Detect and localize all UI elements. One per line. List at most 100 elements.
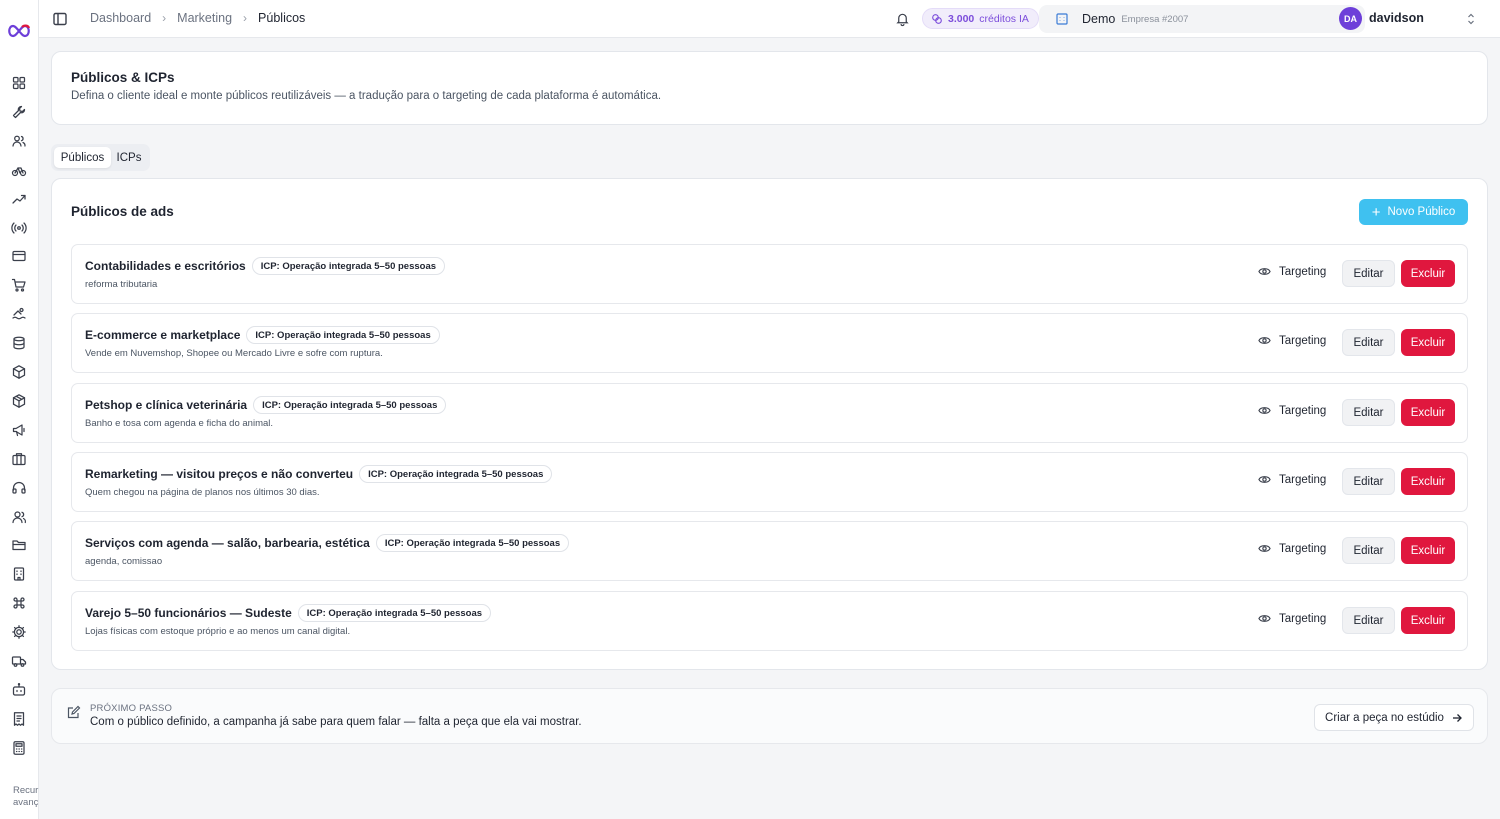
targeting-label: Targeting (1279, 612, 1327, 625)
eye-icon (1258, 268, 1271, 275)
bell-icon[interactable] (895, 11, 910, 27)
company-id: Empresa #2007 (1121, 13, 1189, 25)
company-name: Demo (1082, 12, 1116, 26)
breadcrumb-dashboard[interactable]: Dashboard (90, 11, 151, 25)
icp-badge: ICP: Operação integrada 5–50 pessoas (297, 604, 492, 622)
next-step-label: PRÓXIMO PASSO (90, 703, 173, 714)
grid-icon[interactable] (11, 75, 27, 91)
edit-button[interactable]: Editar (1342, 537, 1395, 564)
headset-icon[interactable] (11, 480, 27, 496)
chevron-right-icon: › (243, 11, 248, 25)
audience-row: Serviços com agenda — salão, barbearia, … (71, 521, 1468, 581)
delete-button[interactable]: Excluir (1401, 468, 1455, 495)
page-subtitle: Defina o cliente ideal e monte públicos … (71, 90, 662, 102)
targeting-button[interactable]: Targeting (1258, 612, 1326, 625)
delete-button[interactable]: Excluir (1401, 399, 1455, 426)
new-audience-button[interactable]: + Novo Público (1359, 199, 1468, 225)
receipt-icon[interactable] (11, 711, 27, 727)
audience-name: Petshop e clínica veterinária (85, 398, 248, 412)
targeting-button[interactable]: Targeting (1258, 404, 1326, 417)
edit-button[interactable]: Editar (1342, 468, 1395, 495)
user-group-icon[interactable] (11, 509, 27, 525)
icp-badge: ICP: Operação integrada 5–50 pessoas (359, 465, 553, 483)
users-icon[interactable] (11, 133, 27, 149)
tabs: Públicos ICPs (51, 144, 150, 171)
brand-logo-icon[interactable] (7, 22, 31, 40)
audience-title-line: Varejo 5–50 funcionários — Sudeste ICP: O… (85, 604, 492, 622)
chevron-updown-icon[interactable] (1466, 12, 1476, 26)
credits-label: créditos IA (979, 12, 1029, 25)
database-icon[interactable] (11, 335, 27, 351)
audience-title-line: Remarketing — visitou preços e não conve… (85, 465, 553, 483)
eye-icon (1258, 545, 1271, 552)
audience-name: Serviços com agenda — salão, barbearia, … (85, 536, 370, 550)
folder-icon[interactable] (11, 537, 27, 553)
new-audience-label: Novo Público (1387, 206, 1456, 218)
edit-button[interactable]: Editar (1342, 260, 1395, 287)
user-name[interactable]: davidson (1369, 11, 1424, 25)
delete-button[interactable]: Excluir (1401, 537, 1455, 564)
megaphone-icon[interactable] (11, 422, 27, 438)
bot-icon[interactable] (11, 682, 27, 698)
trending-up-icon[interactable] (11, 191, 27, 207)
building-icon (1056, 13, 1068, 25)
audience-row: E-commerce e marketplace ICP: Operação in… (71, 313, 1468, 373)
audience-row: Remarketing — visitou preços e não conve… (71, 452, 1468, 512)
command-icon[interactable] (11, 595, 27, 611)
tab-icps[interactable]: ICPs (111, 147, 147, 168)
avatar[interactable]: DA (1339, 7, 1362, 30)
targeting-label: Targeting (1279, 265, 1327, 278)
create-piece-label: Criar a peça no estúdio (1325, 711, 1444, 724)
sidebar-toggle-icon[interactable] (52, 11, 68, 27)
company-selector[interactable]: Demo Empresa #2007 (1039, 5, 1365, 33)
edit-button[interactable]: Editar (1342, 399, 1395, 426)
truck-icon[interactable] (11, 653, 27, 669)
targeting-button[interactable]: Targeting (1258, 542, 1326, 555)
audience-row: Varejo 5–50 funcionários — Sudeste ICP: O… (71, 591, 1468, 651)
icp-badge: ICP: Operação integrada 5–50 pessoas (375, 534, 570, 552)
targeting-button[interactable]: Targeting (1258, 334, 1326, 347)
audience-row: Contabilidades e escritórios ICP: Operaçã… (71, 244, 1468, 304)
audience-name: Contabilidades e escritórios (85, 259, 246, 273)
briefcase-icon[interactable] (11, 451, 27, 467)
targeting-label: Targeting (1279, 542, 1327, 555)
box-icon[interactable] (11, 364, 27, 380)
plus-icon: + (1371, 203, 1381, 221)
credits-amount: 3.000 (948, 12, 975, 25)
audiences-card: Públicos de ads + Novo Público Contabili… (51, 178, 1488, 670)
delete-button[interactable]: Excluir (1401, 607, 1455, 634)
create-piece-button[interactable]: Criar a peça no estúdio (1314, 704, 1474, 731)
page-header-card: Públicos & ICPs Defina o cliente ideal e… (51, 51, 1488, 125)
eye-icon (1258, 476, 1271, 483)
breadcrumb-current: Públicos (258, 11, 306, 25)
bike-icon[interactable] (11, 162, 27, 178)
targeting-button[interactable]: Targeting (1258, 473, 1326, 486)
sparkle-icon (932, 13, 942, 24)
edit-button[interactable]: Editar (1342, 329, 1395, 356)
delete-button[interactable]: Excluir (1401, 329, 1455, 356)
edit-button[interactable]: Editar (1342, 607, 1395, 634)
settings-icon[interactable] (11, 624, 27, 640)
targeting-button[interactable]: Targeting (1258, 265, 1326, 278)
tab-publicos[interactable]: Públicos (54, 147, 111, 168)
breadcrumb-marketing[interactable]: Marketing (177, 11, 232, 25)
building-icon[interactable] (11, 566, 27, 582)
audience-row: Petshop e clínica veterinária ICP: Operaç… (71, 383, 1468, 443)
cart-icon[interactable] (11, 277, 27, 293)
ai-credits-badge[interactable]: 3.000 créditos IA (922, 8, 1039, 29)
wrench-icon[interactable] (11, 104, 27, 120)
audience-title-line: Serviços com agenda — salão, barbearia, … (85, 534, 570, 552)
targeting-label: Targeting (1279, 404, 1327, 417)
audience-title-line: E-commerce e marketplace ICP: Operação in… (85, 326, 440, 344)
audience-description: Quem chegou na página de planos nos últi… (85, 487, 320, 498)
icp-badge: ICP: Operação integrada 5–50 pessoas (251, 257, 446, 275)
audience-description: Vende em Nuvemshop, Shopee ou Mercado Li… (85, 348, 383, 359)
delete-button[interactable]: Excluir (1401, 260, 1455, 287)
broadcast-icon[interactable] (11, 220, 27, 236)
targeting-label: Targeting (1279, 473, 1327, 486)
credit-card-icon[interactable] (11, 248, 27, 264)
swimmer-icon[interactable] (11, 306, 27, 322)
package-icon[interactable] (11, 393, 27, 409)
audience-description: agenda, comissao (85, 556, 163, 567)
calculator-icon[interactable] (11, 740, 27, 756)
